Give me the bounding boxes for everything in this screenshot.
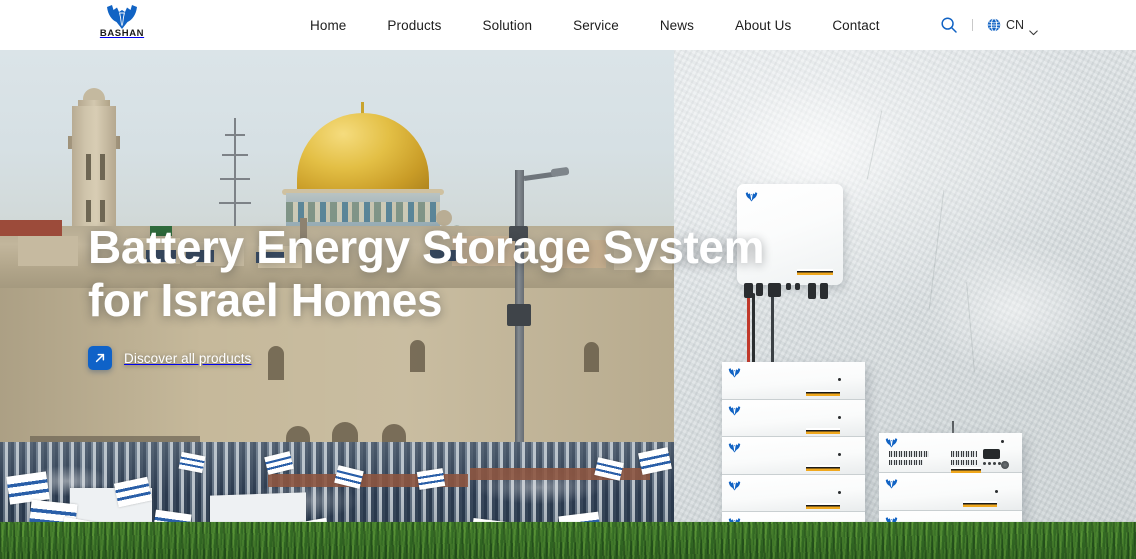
barcode-label xyxy=(951,460,977,465)
battery-module xyxy=(879,473,1022,511)
rotary-knob[interactable] xyxy=(1001,461,1009,469)
site-header: BASHAN Home Products Solution Service Ne… xyxy=(0,0,1136,50)
grass-strip xyxy=(0,522,1136,559)
lcd-display xyxy=(983,449,1000,459)
product-label xyxy=(806,427,840,434)
minaret-window xyxy=(100,154,105,180)
mast-crossbar xyxy=(220,178,250,180)
mast-crossbar xyxy=(225,134,245,136)
nav-solution[interactable]: Solution xyxy=(483,18,533,33)
status-led xyxy=(995,490,998,493)
bashan-trident-logo-icon xyxy=(105,3,139,29)
globe-icon xyxy=(987,18,1001,32)
barcode-label xyxy=(951,451,977,457)
discover-all-products-button[interactable]: Discover all products xyxy=(88,346,251,370)
nav-service[interactable]: Service xyxy=(573,18,619,33)
chevron-down-icon xyxy=(1029,23,1038,36)
nav-about-us[interactable]: About Us xyxy=(735,18,791,33)
language-code: CN xyxy=(1005,18,1024,32)
status-led xyxy=(838,453,841,456)
minaret-window xyxy=(100,200,105,222)
battery-module xyxy=(722,474,865,512)
search-icon[interactable] xyxy=(940,16,958,34)
minaret-window xyxy=(86,200,91,222)
rooftop-block xyxy=(18,236,78,266)
control-module xyxy=(879,433,1022,473)
status-led xyxy=(838,378,841,381)
nav-home[interactable]: Home xyxy=(310,18,346,33)
comm-cable xyxy=(771,293,774,368)
bashan-logo-icon xyxy=(885,478,898,489)
israeli-flag xyxy=(6,471,50,505)
bashan-logo-icon xyxy=(885,437,898,448)
hero-copy: Battery Energy Storage System for Israel… xyxy=(88,221,765,370)
nav-contact[interactable]: Contact xyxy=(832,18,879,33)
status-led xyxy=(838,490,841,494)
mast-crossbar xyxy=(219,202,251,204)
header-divider xyxy=(971,19,973,31)
nav-products[interactable]: Products xyxy=(387,18,441,33)
mc4-connector xyxy=(820,283,828,299)
connector xyxy=(786,283,791,290)
button-grid[interactable] xyxy=(983,462,1001,465)
control-button[interactable] xyxy=(983,462,986,465)
nav-news[interactable]: News xyxy=(660,18,694,33)
wall-highlight xyxy=(924,240,1104,380)
product-label xyxy=(806,465,840,471)
connector xyxy=(795,283,800,290)
language-switcher[interactable]: CN xyxy=(987,18,1038,36)
status-led xyxy=(838,415,841,419)
bashan-logo-icon xyxy=(728,405,741,416)
hero-banner: Battery Energy Storage System for Israel… xyxy=(0,50,1136,559)
arrow-up-right-icon xyxy=(88,346,112,370)
control-button[interactable] xyxy=(993,462,996,465)
bashan-logo-icon xyxy=(745,191,758,202)
product-label xyxy=(806,502,840,509)
connector xyxy=(768,283,781,297)
minaret-window xyxy=(86,154,91,180)
control-button[interactable] xyxy=(988,462,991,465)
hero-title: Battery Energy Storage System for Israel… xyxy=(88,221,765,326)
dome-tilework xyxy=(286,202,440,222)
product-label xyxy=(806,390,840,396)
product-label xyxy=(797,269,833,275)
mast-crossbar xyxy=(222,154,248,156)
status-led xyxy=(1001,440,1004,443)
brand-logo[interactable]: BASHAN xyxy=(99,3,145,47)
battery-module xyxy=(722,399,865,437)
barcode-label xyxy=(889,460,923,465)
mc4-connector xyxy=(808,283,816,299)
bashan-logo-icon xyxy=(728,480,741,491)
cta-label: Discover all products xyxy=(124,350,252,366)
product-label xyxy=(963,501,997,507)
barcode-label xyxy=(889,451,929,457)
main-navigation: Home Products Solution Service News Abou… xyxy=(310,0,880,50)
brand-name: BASHAN xyxy=(99,28,145,39)
battery-module xyxy=(722,437,865,475)
header-utilities: CN xyxy=(940,0,1038,50)
crowd-barrier xyxy=(470,468,650,480)
bashan-logo-icon xyxy=(728,442,741,453)
red-roof xyxy=(0,220,62,236)
